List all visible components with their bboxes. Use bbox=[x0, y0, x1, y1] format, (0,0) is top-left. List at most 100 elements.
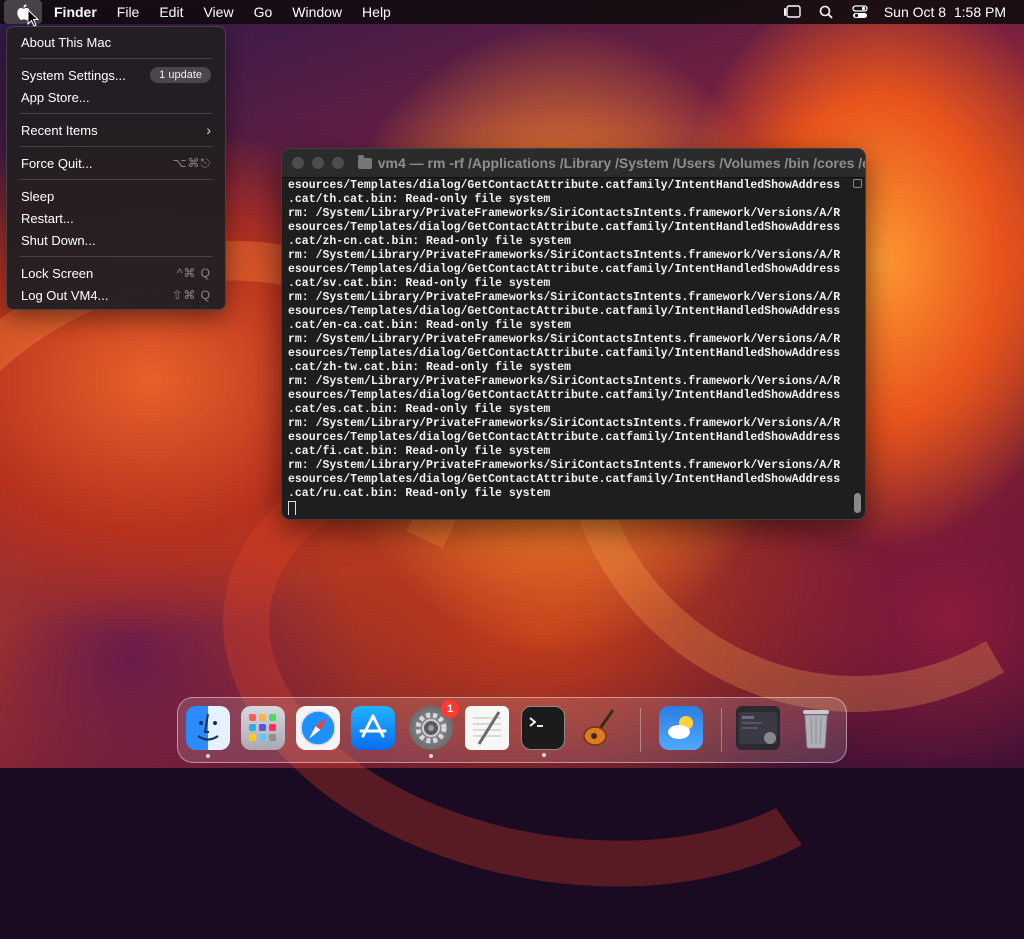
terminal-line: rm: /System/Library/PrivateFrameworks/Si… bbox=[288, 459, 841, 472]
menu-item-label: Recent Items bbox=[21, 122, 98, 138]
terminal-line: rm: /System/Library/PrivateFrameworks/Si… bbox=[288, 249, 841, 262]
scrollbar-top-marker bbox=[853, 179, 862, 188]
menu-separator bbox=[20, 113, 212, 114]
terminal-line: esources/Templates/dialog/GetContactAttr… bbox=[288, 473, 841, 486]
scrollbar-thumb[interactable] bbox=[854, 493, 861, 513]
terminal-line: .cat/th.cat.bin: Read-only file system bbox=[288, 193, 551, 206]
app-store-icon bbox=[359, 714, 387, 738]
terminal-line: esources/Templates/dialog/GetContactAttr… bbox=[288, 347, 841, 360]
dock-app-downloads-stack[interactable] bbox=[736, 706, 780, 750]
menu-separator bbox=[20, 256, 212, 257]
terminal-line: rm: /System/Library/PrivateFrameworks/Si… bbox=[288, 333, 841, 346]
terminal-line: .cat/en-ca.cat.bin: Read-only file syste… bbox=[288, 319, 571, 332]
menu-item-label: Sleep bbox=[21, 188, 55, 204]
menu-item-label: Shut Down... bbox=[21, 232, 96, 248]
terminal-line: .cat/zh-tw.cat.bin: Read-only file syste… bbox=[288, 361, 571, 374]
finder-icon bbox=[197, 713, 219, 741]
close-window-button[interactable] bbox=[292, 157, 304, 169]
dock-app-finder[interactable] bbox=[186, 706, 230, 758]
dock-app-launchpad[interactable] bbox=[241, 706, 285, 750]
mouse-pointer-icon bbox=[27, 9, 39, 27]
keyboard-shortcut: ^⌘ Q bbox=[176, 266, 211, 280]
control-center-icon[interactable] bbox=[850, 0, 870, 24]
dock-app-garageband[interactable] bbox=[577, 706, 621, 750]
menu-item-about-this-mac[interactable]: About This Mac bbox=[7, 31, 225, 53]
menu-app-name[interactable]: Finder bbox=[42, 0, 107, 24]
menu-file[interactable]: File bbox=[107, 0, 150, 24]
terminal-window[interactable]: vm4 — rm -rf /Applications /Library /Sys… bbox=[281, 148, 866, 520]
menu-item-label: Log Out VM4... bbox=[21, 287, 109, 303]
weather-icon bbox=[668, 716, 693, 739]
menu-item-lock-screen[interactable]: Lock Screen ^⌘ Q bbox=[7, 262, 225, 284]
menu-item-force-quit[interactable]: Force Quit... ⌥⌘⎋ bbox=[7, 152, 225, 174]
menu-item-label: App Store... bbox=[21, 89, 90, 105]
terminal-output[interactable]: esources/Templates/dialog/GetContactAttr… bbox=[288, 179, 849, 515]
menu-separator bbox=[20, 146, 212, 147]
menu-item-label: Restart... bbox=[21, 210, 74, 226]
terminal-line: esources/Templates/dialog/GetContactAttr… bbox=[288, 263, 841, 276]
menu-item-label: System Settings... bbox=[21, 67, 126, 83]
garageband-icon bbox=[583, 709, 615, 746]
menu-edit[interactable]: Edit bbox=[149, 0, 193, 24]
menu-item-system-settings[interactable]: System Settings... 1 update bbox=[7, 64, 225, 86]
menu-item-shut-down[interactable]: Shut Down... bbox=[7, 229, 225, 251]
terminal-line: .cat/es.cat.bin: Read-only file system bbox=[288, 403, 551, 416]
menu-window[interactable]: Window bbox=[282, 0, 352, 24]
menu-item-sleep[interactable]: Sleep bbox=[7, 185, 225, 207]
spotlight-search-icon[interactable] bbox=[816, 0, 836, 24]
terminal-icon bbox=[529, 717, 543, 727]
downloads-stack-icon bbox=[739, 712, 777, 744]
chevron-right-icon: › bbox=[206, 122, 211, 138]
terminal-title-bar[interactable]: vm4 — rm -rf /Applications /Library /Sys… bbox=[282, 149, 865, 178]
running-indicator bbox=[542, 753, 546, 757]
dock-app-weather[interactable] bbox=[659, 706, 703, 750]
terminal-line: rm: /System/Library/PrivateFrameworks/Si… bbox=[288, 375, 841, 388]
menu-item-label: Force Quit... bbox=[21, 155, 93, 171]
dock-app-trash[interactable] bbox=[794, 706, 838, 750]
dock-app-system-settings[interactable]: 1 bbox=[409, 700, 459, 758]
dock-app-terminal[interactable] bbox=[521, 706, 565, 757]
terminal-line: esources/Templates/dialog/GetContactAttr… bbox=[288, 431, 841, 444]
menu-item-label: About This Mac bbox=[21, 34, 112, 50]
menu-item-restart[interactable]: Restart... bbox=[7, 207, 225, 229]
terminal-title: vm4 — rm -rf /Applications /Library /Sys… bbox=[377, 155, 866, 171]
dock-app-textedit[interactable] bbox=[465, 706, 509, 750]
launchpad-icon bbox=[249, 714, 276, 741]
zoom-window-button[interactable] bbox=[331, 157, 344, 169]
folder-icon bbox=[357, 154, 372, 169]
terminal-line: rm: /System/Library/PrivateFrameworks/Si… bbox=[288, 291, 841, 304]
dock-separator bbox=[640, 708, 641, 752]
stage-manager-icon[interactable] bbox=[782, 0, 802, 24]
terminal-scrollbar[interactable] bbox=[853, 179, 862, 515]
apple-menu-dropdown: About This Mac System Settings... 1 upda… bbox=[6, 26, 226, 310]
minimize-window-button[interactable] bbox=[311, 157, 324, 169]
terminal-cursor bbox=[288, 501, 296, 515]
menu-view[interactable]: View bbox=[193, 0, 243, 24]
menu-item-recent-items[interactable]: Recent Items › bbox=[7, 119, 225, 141]
dock-app-safari[interactable] bbox=[296, 706, 340, 750]
terminal-line: rm: /System/Library/PrivateFrameworks/Si… bbox=[288, 207, 841, 220]
menu-go[interactable]: Go bbox=[244, 0, 283, 24]
terminal-line: .cat/fi.cat.bin: Read-only file system bbox=[288, 445, 551, 458]
keyboard-shortcut: ⇧⌘ Q bbox=[172, 288, 211, 302]
menu-item-label: Lock Screen bbox=[21, 265, 94, 281]
menu-item-app-store[interactable]: App Store... bbox=[7, 86, 225, 108]
update-badge: 1 update bbox=[150, 67, 211, 83]
terminal-lines: esources/Templates/dialog/GetContactAttr… bbox=[288, 179, 849, 501]
terminal-line: .cat/zh-cn.cat.bin: Read-only file syste… bbox=[288, 235, 571, 248]
terminal-line: esources/Templates/dialog/GetContactAttr… bbox=[288, 221, 841, 234]
dock-app-app-store[interactable] bbox=[351, 706, 395, 750]
menu-item-log-out[interactable]: Log Out VM4... ⇧⌘ Q bbox=[7, 284, 225, 306]
notification-badge: 1 bbox=[441, 700, 459, 718]
dock-separator bbox=[721, 708, 722, 752]
menu-bar: Finder File Edit View Go Window Help Sun… bbox=[0, 0, 1024, 24]
terminal-line: rm: /System/Library/PrivateFrameworks/Si… bbox=[288, 417, 841, 430]
terminal-line: esources/Templates/dialog/GetContactAttr… bbox=[288, 179, 841, 192]
terminal-line: .cat/sv.cat.bin: Read-only file system bbox=[288, 277, 551, 290]
menubar-clock[interactable]: Sun Oct 8 1:58 PM bbox=[884, 4, 1006, 20]
keyboard-shortcut: ⌥⌘⎋ bbox=[172, 155, 211, 170]
menu-help[interactable]: Help bbox=[352, 0, 401, 24]
terminal-line: esources/Templates/dialog/GetContactAttr… bbox=[288, 305, 841, 318]
menu-separator bbox=[20, 58, 212, 59]
terminal-line: esources/Templates/dialog/GetContactAttr… bbox=[288, 389, 841, 402]
